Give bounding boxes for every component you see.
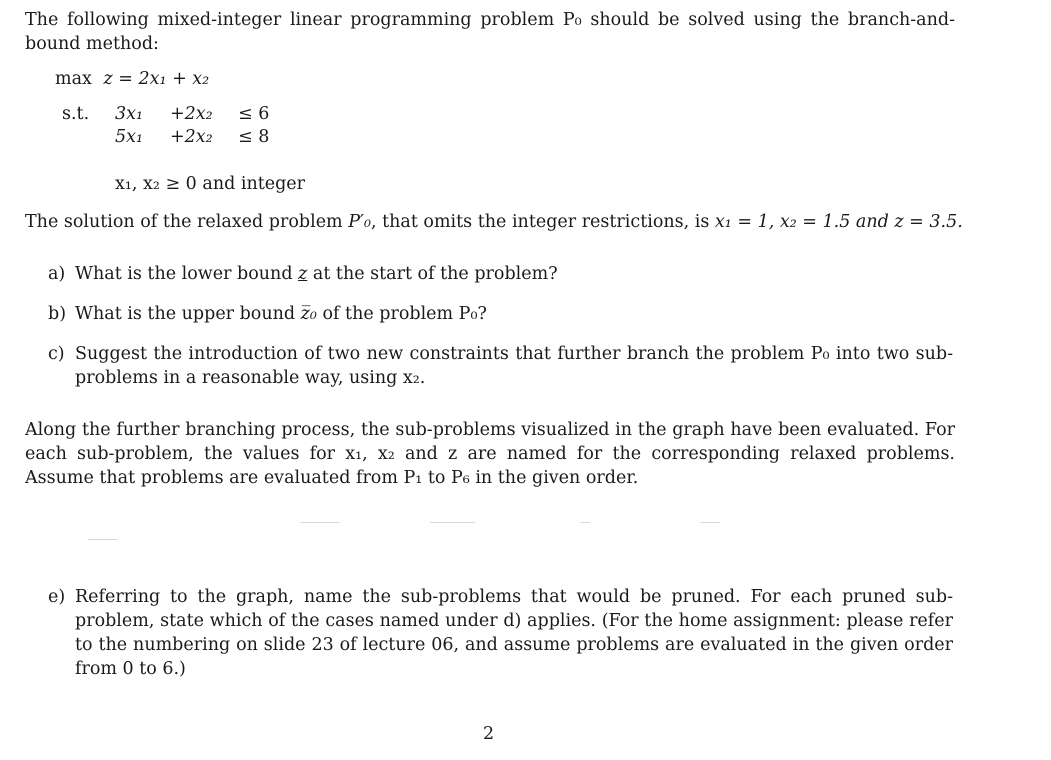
question-label: a) (48, 264, 66, 284)
question-label: b) (48, 304, 67, 324)
relaxed-solution-paragraph: The solution of the relaxed problem P′₀,… (25, 210, 963, 234)
question-text: What is the lower bound (75, 264, 299, 284)
question-c: c) Suggest the introduction of two new c… (48, 342, 953, 390)
relaxed-solution-values: x₁ = 1, x₂ = 1.5 and z = 3.5. (714, 212, 963, 232)
objective-keyword: max (55, 69, 92, 89)
question-text: Referring to the graph, name the sub-pro… (75, 587, 953, 679)
question-b: b) What is the upper bound z̅₀ of the pr… (48, 302, 953, 326)
constraint-term-a: 5x₁ (115, 127, 144, 147)
question-text: What is the upper bound (75, 304, 301, 324)
constraint-term-b: +2x₂ (170, 104, 213, 124)
question-label: c) (48, 344, 65, 364)
relaxed-text: , that omits the integer restrictions, i… (370, 212, 715, 232)
relaxed-text: The solution of the relaxed problem (25, 212, 349, 232)
constraint-term-a: 3x₁ (115, 104, 144, 124)
branching-paragraph: Along the further branching process, the… (25, 420, 955, 488)
question-text: of the problem P₀? (316, 304, 487, 324)
constraint-row: 3x₁ +2x₂ ≤ 6 (115, 104, 269, 124)
constraint-rhs: ≤ 8 (238, 127, 270, 147)
domain-constraint: x₁, x₂ ≥ 0 and integer (115, 174, 306, 194)
relaxed-problem-symbol: P′₀ (348, 212, 371, 232)
question-a: a) What is the lower bound z at the star… (48, 262, 953, 286)
question-label: e) (48, 587, 66, 607)
question-text: at the start of the problem? (307, 264, 558, 284)
question-e: e) Referring to the graph, name the sub-… (48, 585, 953, 681)
intro-paragraph: The following mixed-integer linear progr… (25, 10, 955, 54)
constraint-term-b: +2x₂ (170, 127, 213, 147)
page-number: 2 (483, 724, 495, 744)
constraint-row: 5x₁ +2x₂ ≤ 8 (115, 127, 269, 147)
lower-bound-symbol: z (298, 264, 308, 284)
question-text: Suggest the introduction of two new cons… (75, 344, 953, 388)
st-label: s.t. (62, 104, 90, 124)
upper-bound-symbol: z̅₀ (300, 304, 317, 324)
objective-function: z = 2x₁ + x₂ (103, 69, 210, 89)
constraint-rhs: ≤ 6 (238, 104, 270, 124)
